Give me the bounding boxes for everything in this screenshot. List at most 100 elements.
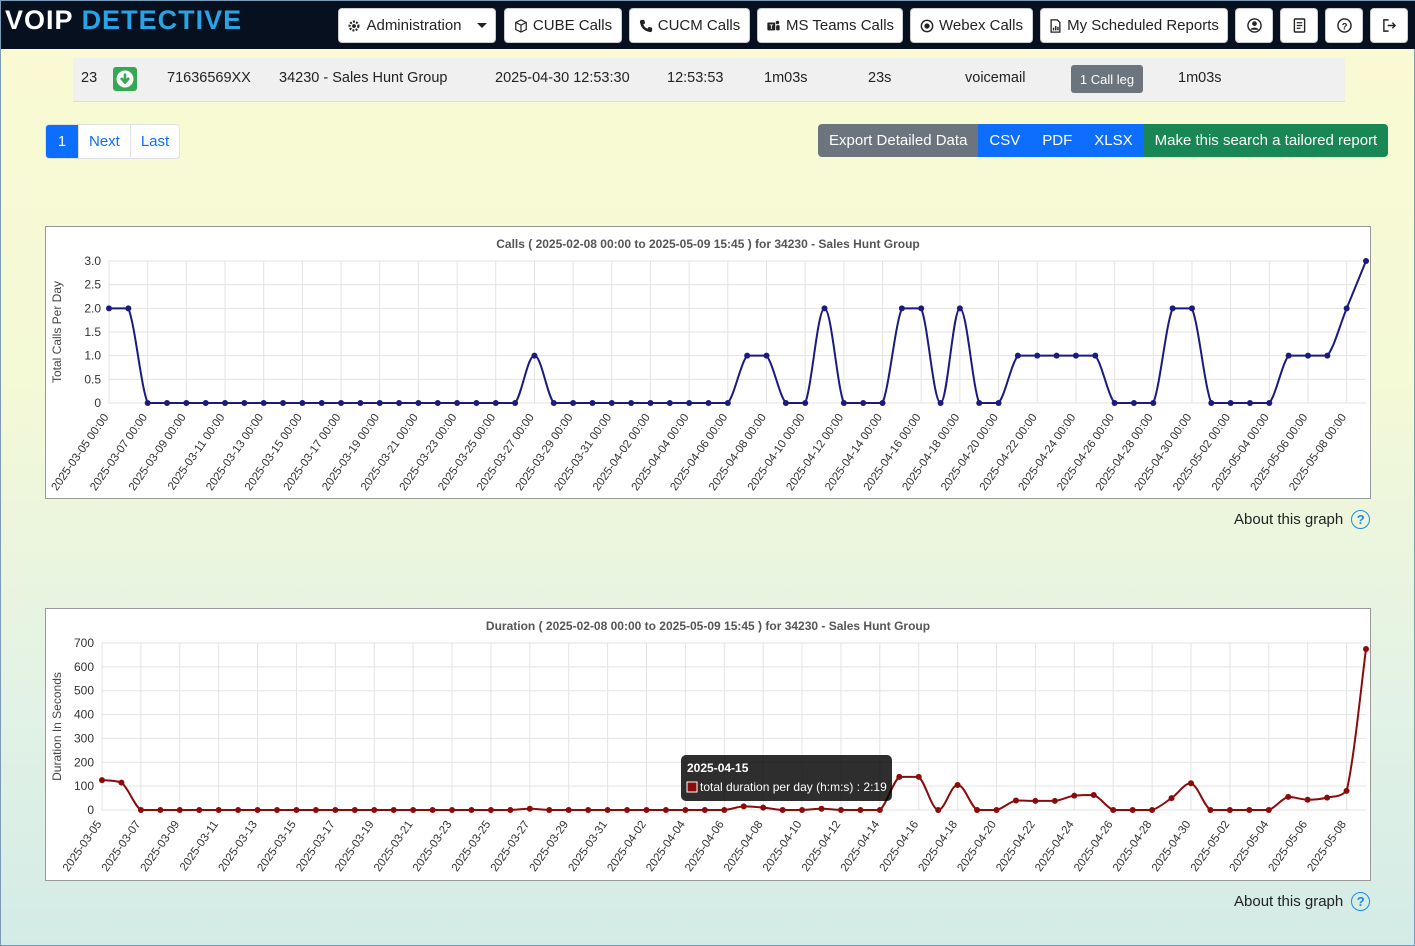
x-tick-label: 2025-04-30: [1150, 819, 1194, 874]
data-point: [837, 807, 844, 813]
data-point: [1266, 400, 1273, 406]
data-point: [274, 807, 281, 813]
data-point: [176, 807, 183, 813]
data-point: [1034, 352, 1041, 359]
cube-calls-button[interactable]: CUBE Calls: [504, 8, 622, 43]
calling-number: 71636569XX: [167, 70, 251, 86]
data-point: [1265, 807, 1272, 813]
data-point: [857, 807, 864, 813]
call-duration: 1m03s: [764, 70, 808, 86]
tailored-report-button[interactable]: Make this search a tailored report: [1143, 124, 1389, 157]
data-point: [164, 400, 171, 406]
data-point: [1227, 400, 1234, 406]
export-csv-button[interactable]: CSV: [978, 124, 1032, 157]
data-point: [662, 807, 669, 813]
cucm-calls-button[interactable]: CUCM Calls: [629, 8, 750, 43]
call-leg-button[interactable]: 1 Call leg: [1071, 65, 1143, 93]
svg-text:T: T: [769, 24, 773, 31]
data-point: [1207, 807, 1214, 813]
data-point: [1304, 796, 1311, 803]
data-point: [222, 400, 229, 406]
page-1-link[interactable]: 1: [46, 125, 78, 158]
last-page-link[interactable]: Last: [129, 125, 179, 158]
user-circle-icon: [1246, 18, 1262, 33]
voip-detective-logo[interactable]: VOIP DETECTIVE: [5, 5, 242, 36]
my-scheduled-reports-button[interactable]: My Scheduled Reports: [1040, 8, 1228, 43]
data-point: [357, 400, 364, 406]
data-point: [818, 805, 825, 812]
data-point: [740, 803, 747, 810]
data-point: [99, 777, 105, 784]
data-point: [995, 400, 1002, 406]
document-icon: [1293, 18, 1305, 33]
data-point: [1304, 352, 1311, 359]
calls-per-day-chart: 00.51.01.52.02.53.02025-03-05 00:002025-…: [50, 237, 1369, 493]
hunt-group-name: 34230 - Sales Hunt Group: [279, 70, 448, 86]
x-tick-label: 2025-04-18: [917, 819, 961, 874]
duration-per-day-chart: 01002003004005006007002025-03-052025-03-…: [50, 619, 1369, 874]
x-tick-label: 2025-05-06: [1267, 819, 1311, 874]
data-point: [1246, 807, 1253, 813]
data-point: [241, 400, 248, 406]
help-button[interactable]: ?: [1325, 8, 1363, 43]
data-point: [701, 807, 708, 813]
data-point: [763, 352, 770, 359]
data-point: [1129, 807, 1136, 813]
data-point: [1208, 400, 1215, 406]
about-calls-graph-link[interactable]: About this graph ?: [1234, 510, 1371, 529]
data-point: [954, 781, 961, 788]
x-tick-label: 2025-04-28: [1111, 819, 1155, 874]
x-tick-label: 2025-05-08: [1305, 819, 1349, 874]
data-point: [821, 305, 828, 312]
data-point: [721, 807, 728, 813]
export-xlsx-button[interactable]: XLSX: [1083, 124, 1144, 157]
data-point: [125, 305, 132, 312]
data-point: [531, 352, 538, 359]
data-point: [993, 807, 1000, 813]
x-tick-label: 2025-04-08: [722, 819, 766, 874]
x-tick-label: 2025-03-07: [100, 819, 144, 874]
logout-icon: [1382, 19, 1396, 32]
x-tick-label: 2025-04-22: [994, 819, 1038, 874]
data-point: [1363, 258, 1369, 264]
data-point: [1092, 352, 1099, 359]
tooltip-title: 2025-04-15: [687, 761, 749, 775]
x-tick-label: 2025-03-17: [294, 819, 338, 874]
y-tick-label: 0.5: [84, 372, 101, 386]
administration-dropdown[interactable]: Administration: [338, 8, 496, 43]
data-point: [840, 400, 847, 406]
data-point: [1032, 797, 1039, 804]
svg-text:?: ?: [1341, 21, 1347, 31]
export-pdf-button[interactable]: PDF: [1031, 124, 1084, 157]
call-start-time: 2025-04-30 12:53:30: [495, 70, 630, 86]
data-point: [1324, 352, 1331, 359]
y-axis-label: Duration In Seconds: [50, 672, 64, 781]
chart-title: Calls ( 2025-02-08 00:00 to 2025-05-09 1…: [496, 237, 920, 251]
data-point: [1188, 305, 1195, 312]
data-point: [744, 352, 751, 359]
data-point: [1111, 400, 1118, 406]
chart-title: Duration ( 2025-02-08 00:00 to 2025-05-0…: [486, 619, 930, 633]
next-page-link[interactable]: Next: [78, 125, 130, 158]
data-point: [1110, 807, 1117, 813]
x-tick-label: 2025-04-02: [605, 819, 649, 874]
about-duration-graph-link[interactable]: About this graph ?: [1234, 892, 1371, 911]
x-tick-label: 2025-04-04: [644, 818, 688, 874]
data-point: [624, 807, 631, 813]
notes-button[interactable]: [1280, 8, 1318, 43]
data-point: [682, 807, 689, 813]
x-tick-label: 2025-04-20: [955, 819, 999, 874]
data-point: [526, 805, 533, 812]
data-point: [260, 400, 267, 406]
ms-teams-calls-button[interactable]: T MS Teams Calls: [757, 8, 903, 43]
data-point: [860, 400, 867, 406]
webex-calls-button[interactable]: Webex Calls: [910, 8, 1033, 43]
y-tick-label: 0: [87, 803, 94, 817]
user-profile-button[interactable]: [1235, 8, 1273, 43]
logout-button[interactable]: [1370, 8, 1408, 43]
export-toolbar: Export Detailed Data CSV PDF XLSX Make t…: [818, 124, 1389, 157]
download-button[interactable]: [113, 67, 137, 91]
data-point: [760, 804, 767, 811]
data-point: [1149, 807, 1156, 813]
data-point: [293, 807, 300, 813]
